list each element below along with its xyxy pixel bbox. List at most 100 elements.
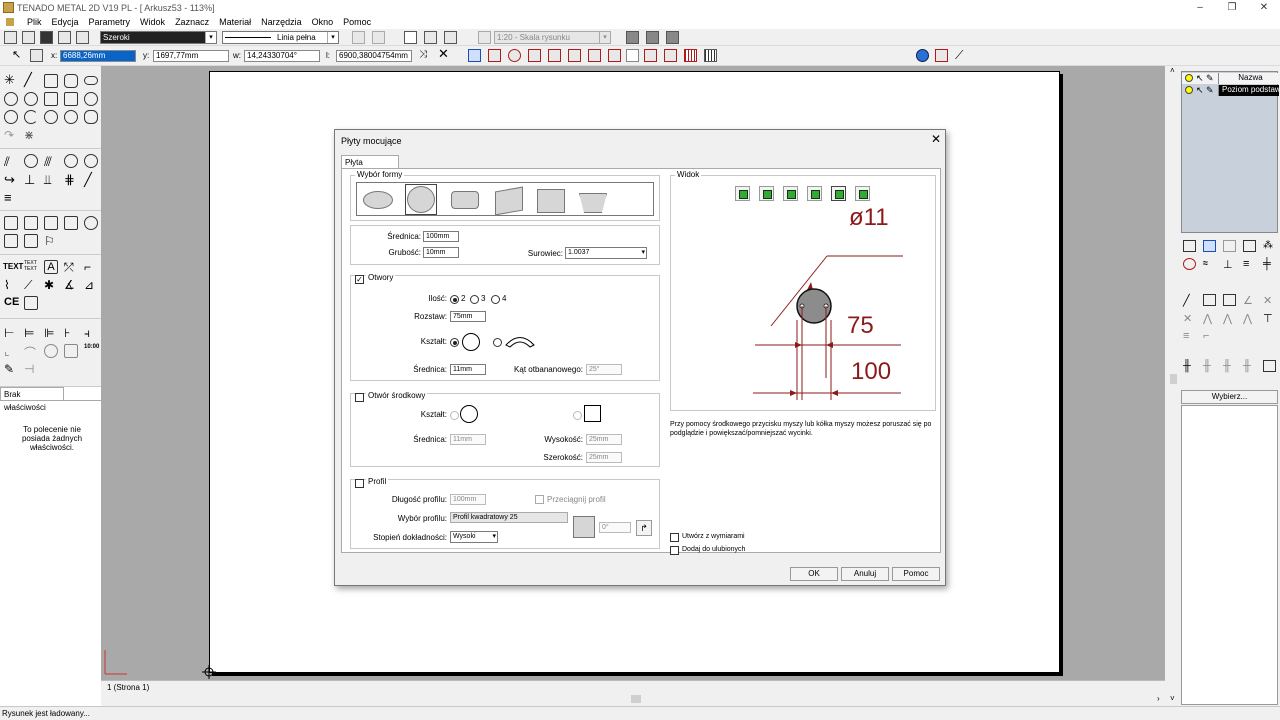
cut-icon[interactable]: ⫫ <box>44 172 58 187</box>
layers3-icon[interactable] <box>666 31 679 44</box>
diagonal-tool-icon[interactable]: ╱ <box>1183 294 1196 307</box>
tab-plyta-mocujaca[interactable]: Płyta mocująca <box>341 155 399 180</box>
height-input[interactable]: 25mm <box>586 434 622 445</box>
truss-icon[interactable]: ╪ <box>1263 258 1276 270</box>
horizontal-scrollbar[interactable]: › <box>101 694 1169 704</box>
fence4-icon[interactable]: ╫ <box>1243 360 1256 372</box>
hatch-rect-icon[interactable] <box>44 92 58 106</box>
snap-flag-icon[interactable] <box>644 49 657 62</box>
open-file-icon[interactable] <box>22 31 35 44</box>
plate-preview[interactable] <box>751 200 931 410</box>
view-right-icon[interactable] <box>807 186 822 201</box>
measure-icon[interactable]: ⟋ <box>955 49 968 62</box>
layer-name[interactable]: Poziom podstawowy <box>1218 85 1279 96</box>
corner-icon[interactable] <box>1203 294 1216 306</box>
cloud-icon[interactable] <box>84 216 98 230</box>
rail-icon[interactable]: ≡ <box>1183 330 1196 342</box>
multiline-text-icon[interactable]: TEXT TEXT <box>24 260 40 274</box>
arc-disabled-icon[interactable]: ↷ <box>4 128 18 142</box>
mirror-icon[interactable]: ⊣ <box>24 362 38 376</box>
redo-icon[interactable] <box>372 31 385 44</box>
x-input[interactable]: 6688,26mm <box>60 50 136 62</box>
zoom-icon[interactable] <box>424 31 437 44</box>
weld-icon[interactable]: ⌇ <box>4 278 18 292</box>
dim-angle-icon[interactable]: ⫞ <box>84 326 98 340</box>
dim-arc-icon[interactable]: ⌒ <box>24 344 38 360</box>
round-hole-radio[interactable] <box>450 338 459 347</box>
new-file-icon[interactable] <box>4 31 17 44</box>
pointer-icon[interactable]: ↖ <box>1196 85 1204 95</box>
snap-x-icon[interactable] <box>664 49 677 62</box>
text-icon[interactable]: TEXT <box>3 262 23 276</box>
menu-parametry[interactable]: Parametry <box>84 17 136 27</box>
spiral-icon[interactable] <box>24 92 38 106</box>
frame-icon[interactable] <box>64 92 78 106</box>
cross-tool-icon[interactable]: ✕ <box>1263 294 1276 307</box>
angle-input[interactable]: 25° <box>586 364 622 375</box>
maximize-button[interactable]: ❐ <box>1216 0 1248 15</box>
search-red-icon[interactable] <box>1183 258 1196 270</box>
menu-plik[interactable]: Plik <box>22 17 47 27</box>
t-icon[interactable]: ⊤ <box>1263 312 1276 325</box>
rounded-shape-option[interactable] <box>451 191 479 209</box>
thickness-input[interactable]: 10mm <box>423 247 459 258</box>
add-fav-checkbox[interactable] <box>670 546 679 555</box>
view-iso-icon[interactable] <box>855 186 870 201</box>
save-icon[interactable] <box>40 31 53 44</box>
stamp-icon[interactable] <box>24 296 38 310</box>
point-icon[interactable]: ✳ <box>4 73 18 88</box>
hole-diameter-input[interactable]: 11mm <box>450 364 486 375</box>
menu-material[interactable]: Materiał <box>214 17 256 27</box>
layers-icon[interactable] <box>626 31 639 44</box>
rotate-icon[interactable]: ↱ <box>636 520 652 536</box>
page-tab[interactable]: 1 (Strona 1) <box>101 680 1165 694</box>
view-left-icon[interactable] <box>783 186 798 201</box>
oval-shape-option[interactable] <box>363 191 393 209</box>
print-preview-icon[interactable] <box>58 31 71 44</box>
accuracy-select[interactable]: Wysoki ▾ <box>450 531 498 543</box>
menu-pomoc[interactable]: Pomoc <box>338 17 376 27</box>
tangent-circle-icon[interactable] <box>64 154 78 168</box>
vscroll-thumb[interactable] <box>1170 374 1177 384</box>
fence2-icon[interactable]: ╫ <box>1203 360 1216 372</box>
cancel-icon[interactable]: ✕ <box>438 47 449 60</box>
view-top-icon[interactable] <box>831 186 846 201</box>
center-square-radio[interactable] <box>573 411 582 420</box>
diameter-input[interactable]: 100mm <box>423 231 459 242</box>
circles-icon[interactable] <box>84 154 98 168</box>
menu-narzedzia[interactable]: Narzędzia <box>256 17 307 27</box>
panel-icon[interactable] <box>44 216 58 230</box>
dim-diameter-icon[interactable] <box>44 344 58 358</box>
column-icon[interactable]: ⊥ <box>1223 258 1236 271</box>
menu-edycja[interactable]: Edycja <box>47 17 84 27</box>
ruler-icon[interactable] <box>935 49 948 62</box>
tangent-line-icon[interactable]: ⫻ <box>44 154 58 169</box>
hatch-icon[interactable]: ≡ <box>4 190 18 205</box>
dimension-icon[interactable]: ⤱ <box>64 260 78 274</box>
properties-tab[interactable]: Brak właściwości <box>0 387 64 412</box>
spacing-input[interactable]: 75mm <box>450 311 486 322</box>
diagonal-icon[interactable]: ╱ <box>84 172 98 187</box>
view-back-icon[interactable] <box>759 186 774 201</box>
leader-icon[interactable]: ⟋ <box>24 278 38 292</box>
beam-icon[interactable]: ≡ <box>1243 258 1256 270</box>
angle-icon[interactable]: ∡ <box>64 278 78 292</box>
snap-tangent-icon[interactable] <box>568 49 581 62</box>
profile-angle-input[interactable]: 0° <box>599 522 631 533</box>
dim-box-icon[interactable] <box>64 344 78 358</box>
print-icon[interactable] <box>76 31 89 44</box>
line-style-select[interactable]: Linia pełna ▾ <box>222 31 339 44</box>
close-icon[interactable]: ✕ <box>928 132 944 148</box>
dim-base-icon[interactable]: ⊫ <box>44 326 58 340</box>
time-icon[interactable]: 10:00 <box>84 344 99 358</box>
dim-radius-icon[interactable]: ⌞ <box>4 344 18 358</box>
grid-red-icon[interactable] <box>684 49 697 62</box>
minimize-button[interactable]: – <box>1184 0 1216 15</box>
bulb-icon[interactable] <box>1185 86 1193 94</box>
arc-icon[interactable] <box>24 110 38 124</box>
scroll-thumb[interactable] <box>631 695 641 703</box>
bracket-icon[interactable]: ⌐ <box>1203 330 1216 342</box>
menu-widok[interactable]: Widok <box>135 17 170 27</box>
center-round-radio[interactable] <box>450 411 459 420</box>
holes-checkbox[interactable]: ✓ <box>355 275 364 284</box>
